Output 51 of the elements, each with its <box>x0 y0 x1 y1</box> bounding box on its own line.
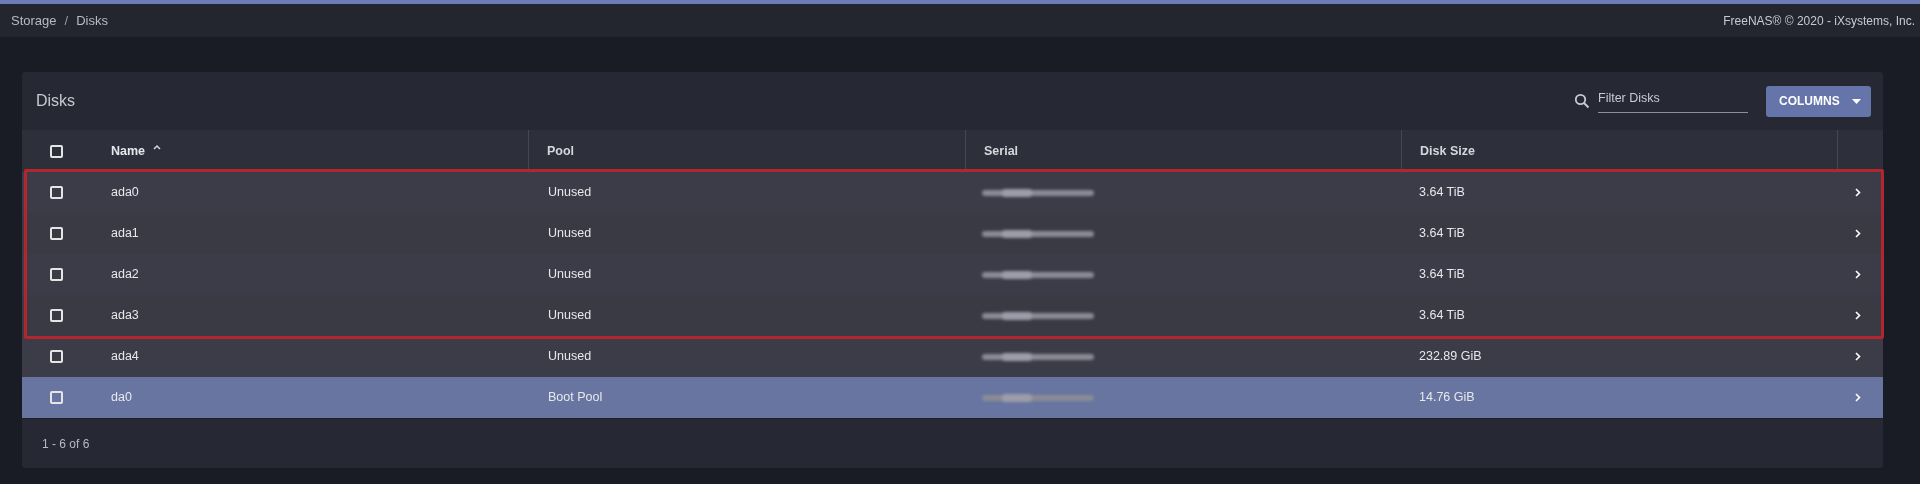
table-cell-text: Unused <box>547 348 593 366</box>
table-row[interactable]: ada0 Unused 3.64 TiB <box>22 172 1883 213</box>
column-header[interactable]: Disk Size <box>1420 141 1475 161</box>
column-header[interactable]: Name <box>111 141 146 161</box>
checkbox[interactable] <box>49 186 63 199</box>
table-row[interactable]: ada2 Unused 3.64 TiB <box>22 254 1883 295</box>
search-icon <box>1574 93 1590 109</box>
table-row[interactable]: ada4 Unused 232.89 GiB <box>22 336 1883 377</box>
column-header[interactable]: Pool <box>547 141 575 161</box>
checkbox[interactable] <box>49 144 63 158</box>
table-row[interactable]: da0 Boot Pool 14.76 GiB <box>22 377 1883 418</box>
table-cell-text: 14.76 GiB <box>1418 389 1476 407</box>
caret-icon <box>1852 98 1861 104</box>
card-title: Disks <box>36 91 76 111</box>
table-row[interactable]: ada1 Unused 3.64 TiB <box>22 213 1883 254</box>
table-cell-text: Unused <box>547 266 593 284</box>
table-cell-text: 3.64 TiB <box>1418 307 1466 325</box>
chevron-right-icon[interactable] <box>1855 352 1861 361</box>
table-cell-text: ada4 <box>110 348 140 366</box>
table-cell-text: Unused <box>547 225 593 243</box>
table-cell-text: 3.64 TiB <box>1418 184 1466 202</box>
checkbox[interactable] <box>49 309 63 322</box>
chevron-right-icon[interactable] <box>1855 229 1861 238</box>
table-cell-text: 3.64 TiB <box>1418 266 1466 284</box>
table-cell-text: ada0 <box>110 184 140 202</box>
copyright-text: FreeNAS® © 2020 - iXsystems, Inc. <box>1723 12 1915 30</box>
table-cell-text: da0 <box>110 389 133 407</box>
chevron-right-icon[interactable] <box>1855 270 1861 279</box>
chevron-right-icon[interactable] <box>1855 188 1861 197</box>
pagination-text: 1 - 6 of 6 <box>42 435 90 453</box>
columns-button[interactable]: COLUMNS <box>1766 85 1871 117</box>
table-cell-text: Boot Pool <box>547 389 604 407</box>
checkbox[interactable] <box>49 268 63 281</box>
filter-field[interactable]: Filter Disks <box>1598 89 1748 113</box>
column-header[interactable]: Serial <box>984 141 1019 161</box>
table-cell-text: 3.64 TiB <box>1418 225 1466 243</box>
table-cell-text: Unused <box>547 307 593 325</box>
checkbox[interactable] <box>49 227 63 240</box>
table-row[interactable]: ada3 Unused 3.64 TiB <box>22 295 1883 336</box>
table-cell-text: ada2 <box>110 266 140 284</box>
checkbox[interactable] <box>49 350 63 363</box>
checkbox[interactable] <box>49 391 63 404</box>
table-cell-text: ada1 <box>110 225 140 243</box>
table-cell-text: Unused <box>547 184 593 202</box>
chevron-right-icon[interactable] <box>1855 311 1861 320</box>
breadcrumb-link[interactable]: Storage <box>11 10 57 31</box>
table-cell-text: 232.89 GiB <box>1418 348 1483 366</box>
breadcrumb-separator: / <box>64 11 69 30</box>
table-cell-text: ada3 <box>110 307 140 325</box>
breadcrumb-link[interactable]: Disks <box>76 10 108 31</box>
sort-ascending-icon <box>153 144 162 150</box>
